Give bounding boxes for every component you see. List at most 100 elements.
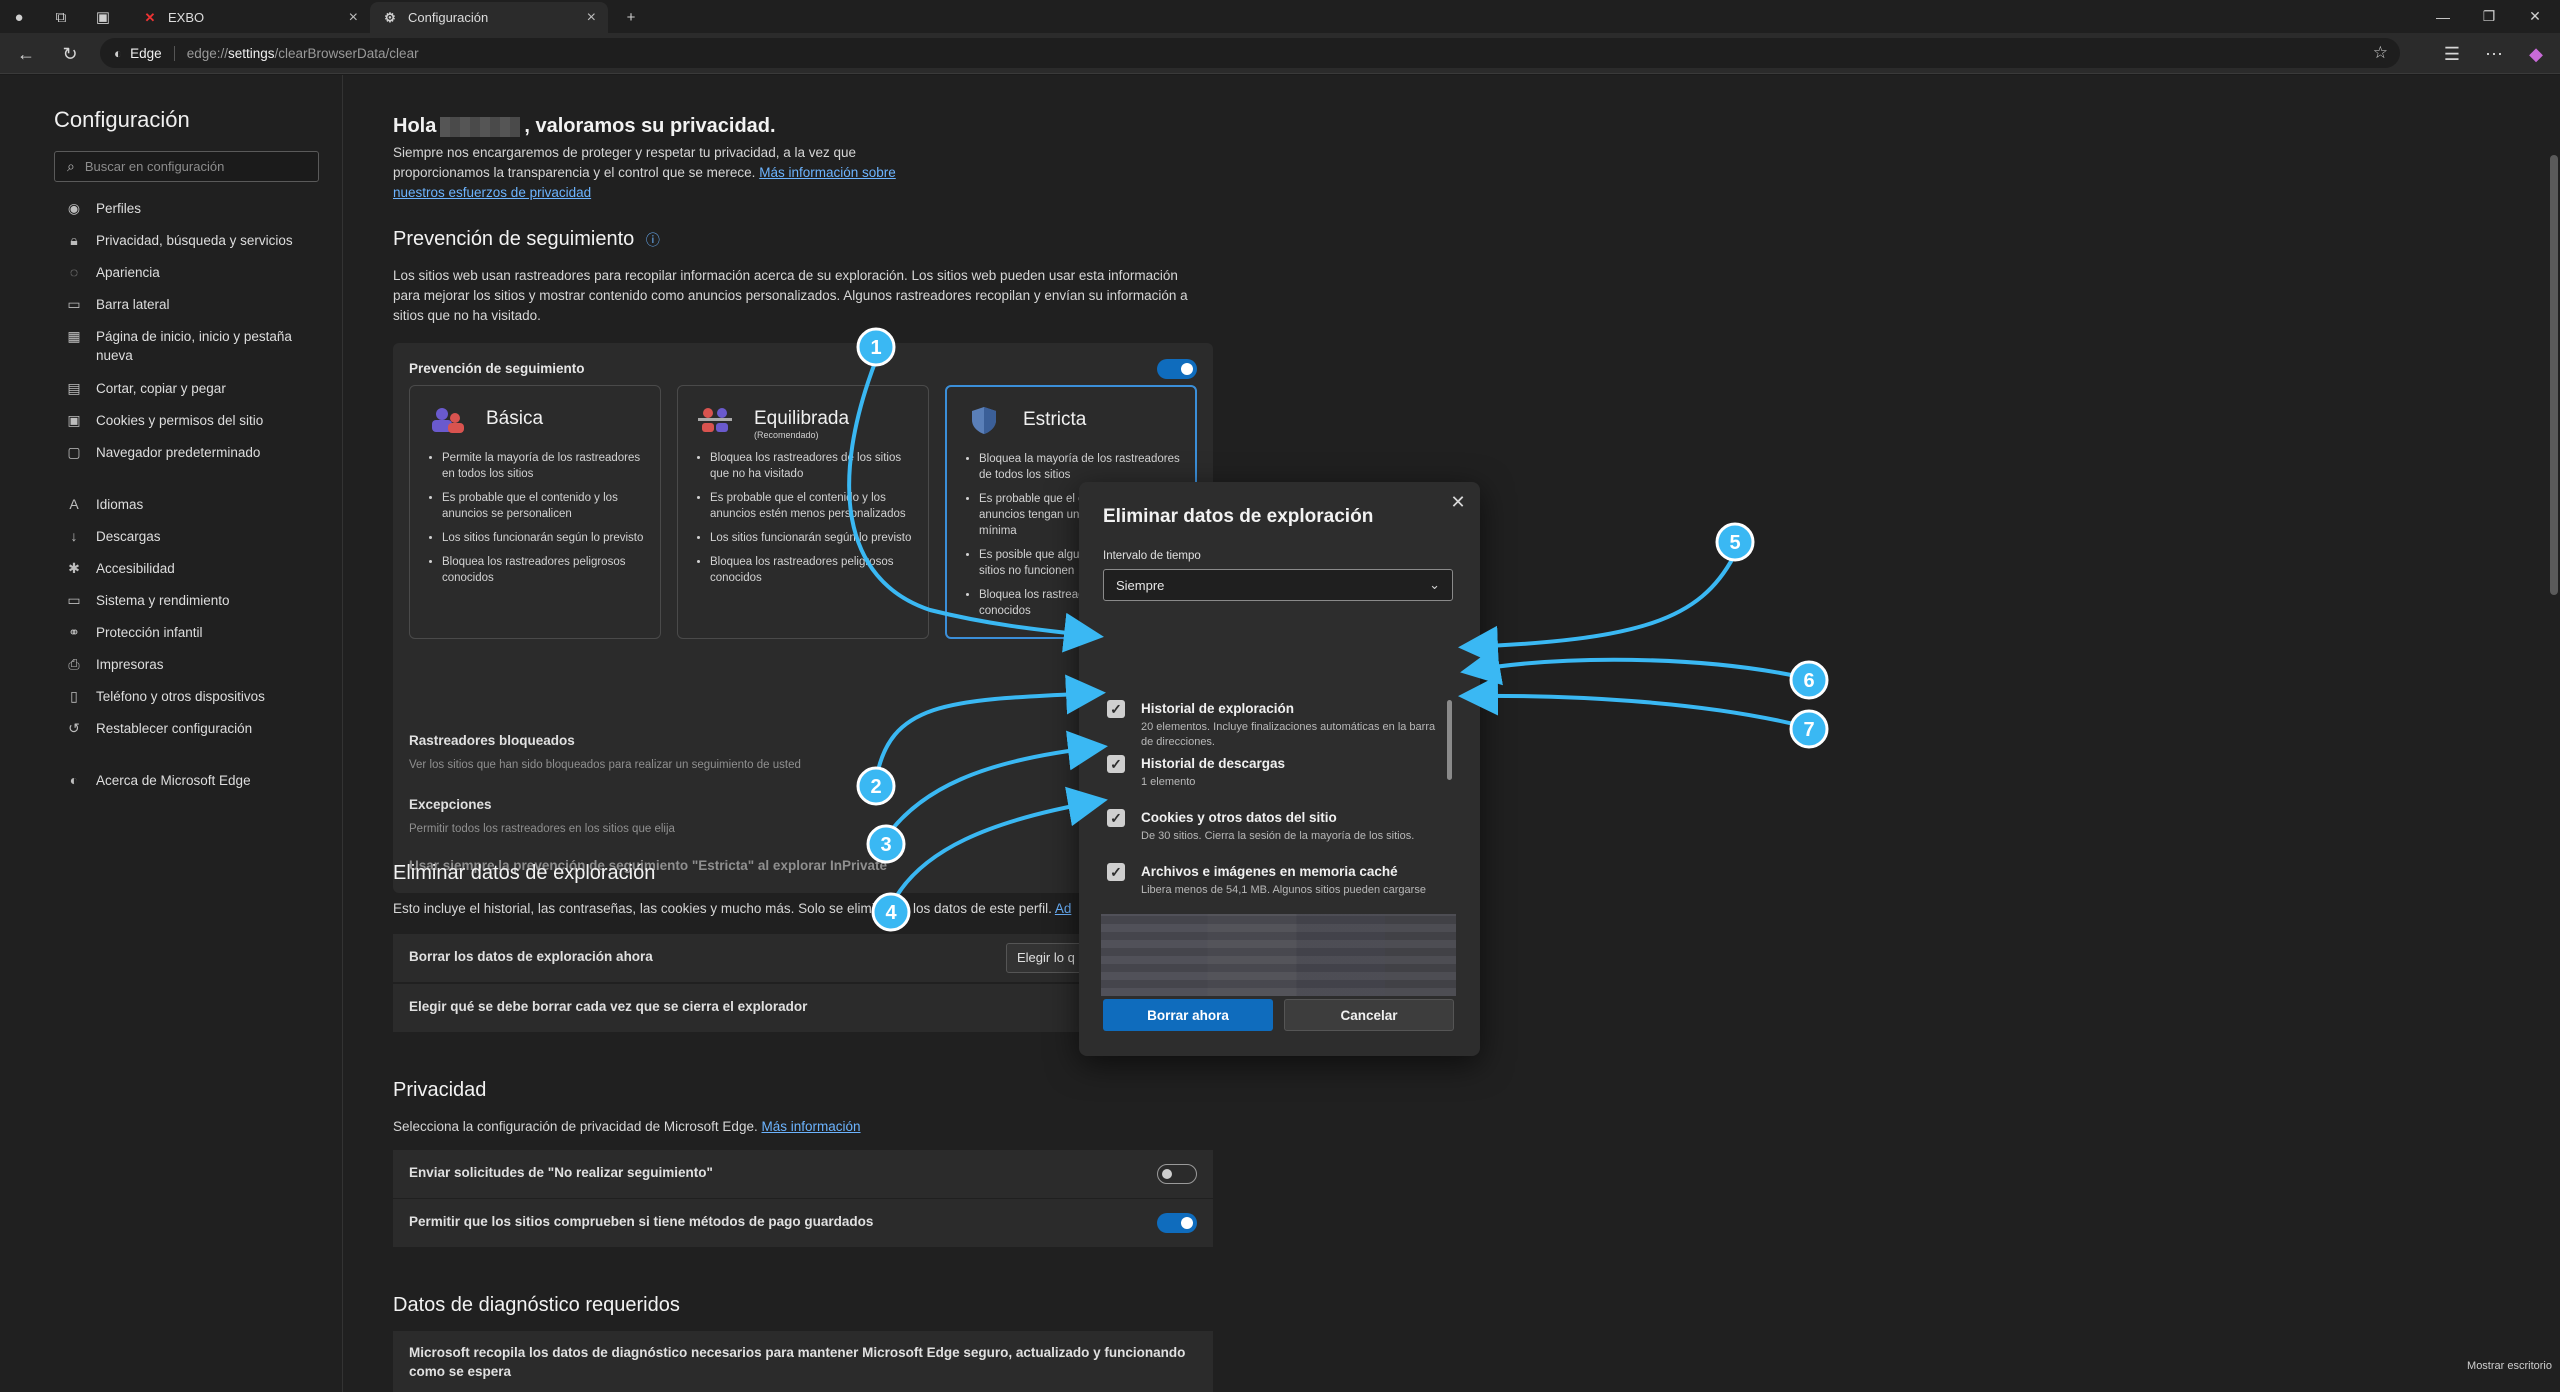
- info-icon[interactable]: ⓘ: [646, 232, 660, 248]
- restore-icon[interactable]: ❐: [2466, 0, 2512, 33]
- mode-card-equilibrada[interactable]: Equilibrada (Recomendado) Bloquea los ra…: [677, 385, 929, 639]
- sidebar-item-restablecer[interactable]: ↺ Restablecer configuración: [66, 719, 316, 738]
- tab-actions-icon[interactable]: ▣: [92, 6, 114, 28]
- refresh-icon[interactable]: ↻: [58, 42, 82, 66]
- close-window-icon[interactable]: ✕: [2512, 0, 2558, 33]
- privacy-efforts-link[interactable]: nuestros esfuerzos de privacidad: [393, 185, 591, 200]
- privacy-learn-more[interactable]: Más información: [761, 1119, 860, 1134]
- dialog-scrollbar[interactable]: [1447, 700, 1452, 780]
- sidebar-item-idiomas[interactable]: A Idiomas: [66, 495, 316, 514]
- favorites-icon[interactable]: ☰: [2440, 42, 2464, 66]
- sidebar-item-label: Accesibilidad: [96, 561, 175, 576]
- minimize-icon[interactable]: —: [2420, 0, 2466, 33]
- workspaces-icon[interactable]: ⧉: [50, 6, 72, 28]
- mode-card-basica[interactable]: Básica Permite la mayoría de los rastrea…: [409, 385, 661, 639]
- sidebar-item-cortar-copiar[interactable]: ▤ Cortar, copiar y pegar: [66, 379, 316, 398]
- payment-toggle[interactable]: [1157, 1213, 1197, 1233]
- sidebar-item-label: Barra lateral: [96, 297, 170, 312]
- mode-bullet: Bloquea los rastreadores peligrosos cono…: [710, 554, 922, 586]
- new-tab-icon[interactable]: +: [620, 6, 642, 28]
- time-range-value: Siempre: [1116, 577, 1165, 593]
- more-options-icon[interactable]: ⋯: [2482, 42, 2506, 66]
- privacy-learn-more-link[interactable]: Más información sobre: [759, 165, 896, 180]
- sidebar-item-telefono[interactable]: ▯ Teléfono y otros dispositivos: [66, 687, 316, 706]
- sidebar-item-proteccion-infantil[interactable]: ⚭ Protección infantil: [66, 623, 316, 642]
- close-tab-icon[interactable]: ×: [587, 9, 596, 27]
- favorite-star-icon[interactable]: ☆: [2373, 43, 2388, 63]
- copilot-icon[interactable]: ◆: [2524, 42, 2548, 66]
- sidebar-item-acerca-de[interactable]: ◐ Acerca de Microsoft Edge: [66, 771, 316, 790]
- sidebar-item-barra-lateral[interactable]: ▭ Barra lateral: [66, 295, 316, 314]
- mode-title: Básica: [486, 408, 544, 429]
- close-icon[interactable]: ✕: [1446, 490, 1470, 514]
- sidebar-item-impresoras[interactable]: ⎙ Impresoras: [66, 655, 316, 674]
- redacted-content: [1101, 914, 1456, 996]
- close-tab-icon[interactable]: ×: [349, 9, 358, 27]
- show-desktop[interactable]: Mostrar escritorio: [2467, 1360, 2552, 1372]
- sidebar-item-label: Acerca de Microsoft Edge: [96, 773, 251, 788]
- sidebar-item-apariencia[interactable]: ◌ Apariencia: [66, 263, 316, 282]
- intro-line-2: proporcionamos la transparencia y el con…: [393, 165, 756, 180]
- mode-bullet: Bloquea los rastreadores de los sitios q…: [710, 450, 922, 482]
- checkbox-title: Historial de descargas: [1141, 756, 1286, 771]
- profile-icon: ◉: [67, 199, 81, 216]
- sidebar-item-label: Cortar, copiar y pegar: [96, 381, 226, 396]
- sidebar-item-label: Sistema y rendimiento: [96, 593, 230, 608]
- checkbox-title: Historial de exploración: [1141, 701, 1295, 716]
- url-path: /clearBrowserData/clear: [274, 45, 419, 61]
- sidebar-item-accesibilidad[interactable]: ✱ Accesibilidad: [66, 559, 316, 578]
- clear-desc-link[interactable]: Ad: [1055, 901, 1072, 916]
- tab-exbo[interactable]: ✕ EXBO ×: [130, 2, 370, 33]
- clear-desc-text: Esto incluye el historial, las contraseñ…: [393, 901, 1052, 916]
- sidebar-item-label: Restablecer configuración: [96, 721, 253, 736]
- checkbox-checked[interactable]: ✓: [1107, 755, 1125, 773]
- back-icon[interactable]: ←: [14, 42, 38, 66]
- blocked-trackers-desc: Ver los sitios que han sido bloqueados p…: [409, 759, 801, 771]
- payment-label: Permitir que los sitios comprueben si ti…: [409, 1214, 874, 1229]
- balanced-mode-icon: [698, 408, 732, 432]
- clear-data-desc: Esto incluye el historial, las contraseñ…: [393, 899, 1153, 919]
- mode-bullet: Los sitios funcionarán según lo previsto: [710, 530, 922, 546]
- time-range-label: Intervalo de tiempo: [1103, 550, 1201, 562]
- dnt-toggle[interactable]: [1157, 1164, 1197, 1184]
- diagnostic-desc: Microsoft recopila los datos de diagnóst…: [409, 1343, 1199, 1381]
- sidebar-item-cookies[interactable]: ▣ Cookies y permisos del sitio: [66, 411, 316, 430]
- clear-on-close-label: Elegir qué se debe borrar cada vez que s…: [409, 999, 808, 1014]
- diag-line-2: como se espera: [409, 1364, 512, 1379]
- basic-mode-icon: [432, 408, 464, 433]
- blocked-trackers-label[interactable]: Rastreadores bloqueados: [409, 733, 575, 748]
- sidebar-item-navegador[interactable]: ▢ Navegador predeterminado: [66, 443, 316, 462]
- printer-icon: ⎙: [68, 655, 80, 672]
- checkbox-checked[interactable]: ✓: [1107, 700, 1125, 718]
- sidebar-item-descargas[interactable]: ↓ Descargas: [66, 527, 316, 546]
- sidebar-item-pagina-inicio[interactable]: ▦ Página de inicio, inicio y pestaña nuev…: [66, 327, 316, 365]
- edge-icon: ◐: [69, 771, 79, 788]
- search-input[interactable]: [84, 159, 305, 174]
- cancel-button[interactable]: Cancelar: [1284, 999, 1454, 1031]
- checkbox-checked[interactable]: ✓: [1107, 863, 1125, 881]
- shield-icon: [972, 407, 996, 434]
- clear-now-button[interactable]: Borrar ahora: [1103, 999, 1273, 1031]
- settings-page: Configuración ⌕ ◉Perfiles 🔒︎Privacidad, …: [0, 75, 2560, 1392]
- dnt-label: Enviar solicitudes de "No realizar segui…: [409, 1165, 713, 1180]
- cookie-icon: ▣: [67, 411, 81, 428]
- sidebar-item-sistema[interactable]: ▭ Sistema y rendimiento: [66, 591, 316, 610]
- checkbox-checked[interactable]: ✓: [1107, 809, 1125, 827]
- url-host: settings: [227, 45, 275, 61]
- privacy-desc-text: Selecciona la configuración de privacida…: [393, 1119, 758, 1134]
- tab-label: Configuración: [408, 10, 489, 25]
- sidebar-item-privacidad[interactable]: 🔒︎ Privacidad, búsqueda y servicios: [66, 231, 316, 250]
- sidebar-icon: ▭: [67, 295, 81, 312]
- diagnostic-section-title: Datos de diagnóstico requeridos: [393, 1294, 680, 1316]
- exceptions-label[interactable]: Excepciones: [409, 797, 492, 812]
- sidebar-item-perfiles[interactable]: ◉ Perfiles: [66, 199, 316, 218]
- page-scrollbar[interactable]: [2550, 155, 2558, 595]
- sidebar-item-label: Teléfono y otros dispositivos: [96, 689, 265, 704]
- tracking-toggle[interactable]: [1157, 359, 1197, 379]
- settings-search[interactable]: ⌕: [54, 151, 319, 182]
- tab-configuracion[interactable]: ⚙ Configuración ×: [370, 2, 608, 33]
- time-range-select[interactable]: Siempre ⌄: [1103, 569, 1453, 601]
- profile-avatar-icon[interactable]: ●: [8, 6, 30, 28]
- address-bar[interactable]: ◐ Edge edge:// settings /clearBrowserDat…: [100, 38, 2400, 68]
- redacted-username: [440, 116, 521, 137]
